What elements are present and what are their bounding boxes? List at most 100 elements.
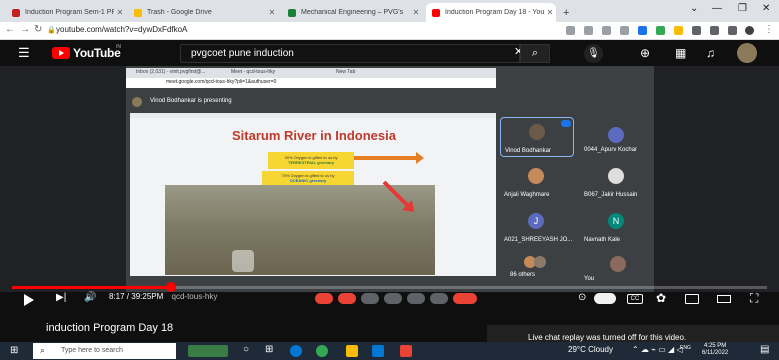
maximize-icon[interactable]: ❐: [738, 3, 747, 14]
participant-name: 0044_Apurv Kochar: [584, 147, 638, 153]
url-field[interactable]: youtube.com/watch?v=dywDxFdfkoA: [56, 25, 187, 34]
browser-menu-icon[interactable]: ⋮: [764, 24, 774, 35]
participant-name: Vinod Bodhankar: [505, 148, 551, 154]
close-tab-icon[interactable]: ✕: [266, 8, 278, 17]
extension-icon[interactable]: [674, 26, 683, 35]
close-tab-icon[interactable]: ✕: [544, 8, 556, 17]
autoplay-toggle-icon[interactable]: ⊙: [578, 292, 586, 303]
extension-icon[interactable]: [656, 26, 665, 35]
time-display: 8:17 / 39:25PM qcd-tous-hky: [109, 292, 218, 301]
clock[interactable]: 4:25 PM 6/11/2022: [702, 343, 728, 357]
site-favicon-icon: [288, 8, 296, 17]
taskbar-news-widget[interactable]: [188, 345, 228, 357]
chrome-icon[interactable]: [316, 345, 328, 357]
video-title: induction Program Day 18: [46, 322, 174, 334]
tab-label: Induction Program Day 18 - You: [445, 9, 544, 16]
browser-tab-youtube[interactable]: Induction Program Day 18 - You ✕: [426, 3, 556, 22]
close-tab-icon[interactable]: ✕: [114, 8, 126, 17]
camera-off-button: [338, 293, 356, 304]
presenter-avatar: [132, 97, 142, 107]
side-panel-icon[interactable]: [728, 26, 737, 35]
voice-search-button[interactable]: 🎙: [584, 44, 603, 63]
duration: 39:25: [131, 292, 152, 301]
captions-button: [361, 293, 379, 304]
miniplayer-icon[interactable]: [685, 294, 699, 304]
browser-tab-mech[interactable]: Mechanical Engineering – PVG's ✕: [282, 3, 422, 22]
next-button[interactable]: ▶|: [56, 292, 66, 303]
participant-avatar: [608, 127, 624, 143]
search-input[interactable]: pvgcoet pune induction: [180, 44, 520, 63]
youtube-logo-icon[interactable]: [52, 47, 70, 59]
close-window-icon[interactable]: ✕: [762, 3, 770, 14]
settings-gear-icon[interactable]: ✿: [656, 291, 666, 305]
callout-text: OCEANIC greenary: [289, 178, 327, 183]
extensions-puzzle-icon[interactable]: [710, 26, 719, 35]
participant-tile: Vinod Bodhankar: [500, 117, 574, 157]
widgets-icon[interactable]: ⊞: [265, 344, 273, 355]
autoplay-toggle[interactable]: [594, 293, 616, 304]
theater-mode-icon[interactable]: [717, 295, 731, 303]
zoom-icon[interactable]: [584, 26, 593, 35]
apps-grid-icon[interactable]: ▦: [675, 46, 686, 60]
participant-name: 86 others: [510, 272, 536, 278]
chat-disabled-message: Live chat replay was turned off for this…: [528, 333, 687, 342]
progress-bar[interactable]: [12, 286, 767, 289]
taskbar-search-input[interactable]: Type here to search: [33, 343, 176, 359]
participant-avatar: [610, 256, 626, 272]
share-icon[interactable]: [602, 26, 611, 35]
participant-name: You: [584, 276, 595, 282]
inner-address-bar: meet.google.com/qcd-tous-hky?pli=1&authu…: [126, 78, 496, 88]
browser-tab-ppt[interactable]: Induction Program Sem-1 PPT - ✕: [6, 3, 126, 22]
browser-tab-strip: Induction Program Sem-1 PPT - ✕ Trash - …: [0, 0, 779, 22]
browser-tab-drive[interactable]: Trash - Google Drive ✕: [128, 3, 278, 22]
notifications-bell-icon[interactable]: ♫: [706, 46, 715, 60]
bookmark-star-icon[interactable]: [620, 26, 629, 35]
more-options-button: [430, 293, 448, 304]
participant-avatar: [529, 124, 545, 140]
edge-icon[interactable]: [290, 345, 302, 357]
weather-widget[interactable]: 29°C Cloudy: [568, 345, 613, 354]
install-icon[interactable]: [566, 26, 575, 35]
callout-text: TERRESTRIAL greenary: [288, 160, 334, 165]
volume-icon[interactable]: 🔊: [84, 292, 96, 303]
new-tab-button[interactable]: +: [560, 3, 576, 22]
play-button[interactable]: [24, 294, 34, 306]
minimize-icon[interactable]: —: [712, 3, 722, 14]
participant-avatar: J: [528, 213, 544, 229]
address-bar: ← → ↻ 🔒 youtube.com/watch?v=dywDxFdfkoA …: [0, 22, 779, 40]
notifications-icon[interactable]: ▤: [760, 344, 769, 355]
region-code: IN: [116, 44, 121, 50]
language-indicator[interactable]: ENG: [680, 345, 691, 351]
meeting-code: qcd-tous-hky: [171, 292, 218, 301]
back-icon[interactable]: ←: [5, 24, 15, 35]
create-video-icon[interactable]: ⊕: [640, 46, 650, 60]
subtitles-button[interactable]: CC: [627, 294, 643, 304]
task-view-icon[interactable]: ○: [243, 344, 249, 355]
tab-search-icon[interactable]: ⌄: [690, 3, 698, 14]
close-tab-icon[interactable]: ✕: [410, 8, 422, 17]
file-explorer-icon[interactable]: [346, 345, 358, 357]
leave-call-button: [453, 293, 477, 304]
profile-avatar[interactable]: [745, 26, 754, 35]
forward-icon[interactable]: →: [20, 24, 30, 35]
speaking-indicator-icon: [561, 120, 571, 127]
store-icon[interactable]: [372, 345, 384, 357]
search-button[interactable]: ⌕: [520, 44, 550, 63]
extension-icon[interactable]: [638, 26, 647, 35]
present-button: [407, 293, 425, 304]
participant-avatar: [528, 168, 544, 184]
clock-date: 6/11/2022: [702, 350, 729, 356]
reload-icon[interactable]: ↻: [34, 24, 42, 35]
extension-icon[interactable]: [692, 26, 701, 35]
windows-start-icon[interactable]: ⊞: [10, 345, 18, 356]
system-tray-icons[interactable]: ⌃ ☁ ⌁ ▭ ◢ ◁: [632, 345, 683, 354]
youtube-logo-text[interactable]: YouTube: [73, 46, 121, 60]
fullscreen-icon[interactable]: ⛶: [750, 291, 758, 306]
scrubber-handle[interactable]: [165, 282, 176, 292]
account-avatar[interactable]: [737, 43, 757, 63]
participant-avatar: N: [608, 213, 624, 229]
powerpoint-icon[interactable]: [400, 345, 412, 357]
tab-label: Trash - Google Drive: [147, 9, 212, 16]
menu-hamburger-icon[interactable]: ☰: [18, 45, 30, 61]
raise-hand-button: [384, 293, 402, 304]
